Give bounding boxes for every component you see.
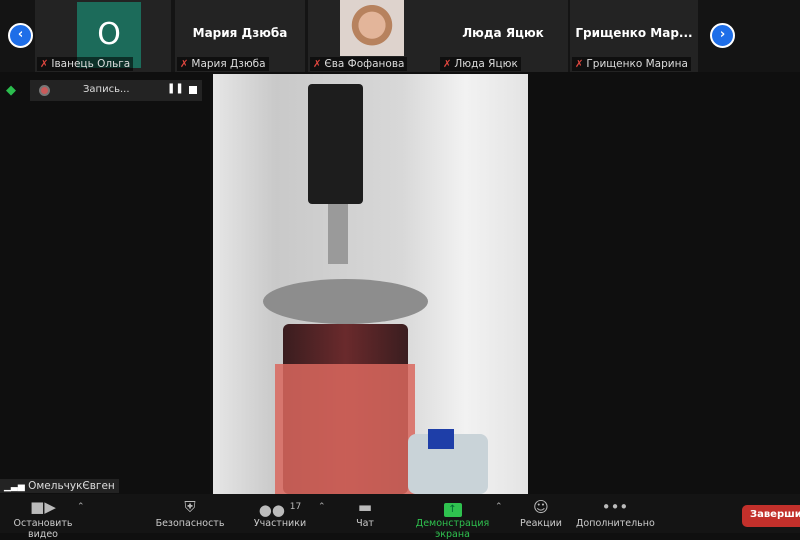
chat-icon: ▬ [357, 498, 373, 516]
participants-button[interactable]: ●● 17 Участники [252, 496, 308, 529]
video-options-caret[interactable]: ⌃ [77, 502, 85, 512]
participant-name: ✗ Люда Яцюк [440, 57, 521, 71]
participant-name: ✗ Мария Дзюба [177, 57, 269, 71]
meeting-toolbar: ■▶ Остановить видео ⌃ ⛨ Безопасность ●● 17… [0, 494, 800, 540]
more-button[interactable]: ••• Дополнительно [576, 496, 655, 529]
next-page-button[interactable]: › [710, 23, 735, 48]
shared-video [213, 74, 528, 494]
share-screen-button[interactable]: ↑ Демонстрация экрана [400, 496, 505, 540]
security-button[interactable]: ⛨ Безопасность [155, 496, 225, 529]
prev-page-button[interactable]: ‹ [8, 23, 33, 48]
participant-tile[interactable]: ✗ Єва Фофанова [308, 0, 438, 72]
video-camera-icon: ■▶ [30, 498, 56, 516]
participants-options-caret[interactable]: ⌃ [318, 502, 326, 512]
participant-display-name: Люда Яцюк [462, 26, 544, 40]
participant-tile[interactable]: O ✗ Іванець Ольга [35, 0, 171, 72]
participants-icon: ●● 17 [258, 501, 302, 519]
participant-tile[interactable]: Люда Яцюк ✗ Люда Яцюк [438, 0, 568, 72]
participant-name: ✗ Єва Фофанова [310, 57, 408, 71]
self-name-label: ▁▃▅ ОмельчукЄвген [0, 479, 119, 493]
participant-tile[interactable]: Мария Дзюба ✗ Мария Дзюба [175, 0, 305, 72]
share-options-caret[interactable]: ⌃ [495, 502, 503, 512]
share-screen-icon: ↑ [400, 496, 505, 518]
muted-mic-icon: ✗ [443, 59, 452, 70]
stop-recording-button[interactable] [189, 86, 197, 94]
participant-name: ✗ Грищенко Марина [572, 57, 691, 71]
end-meeting-button[interactable]: Завершить [742, 505, 800, 527]
recording-bar: Запись... ❚❚ [30, 80, 202, 101]
chat-button[interactable]: ▬ Чат [350, 496, 380, 529]
recording-icon [39, 85, 50, 96]
bioreactor-motor [308, 84, 363, 204]
bottle-cap [428, 429, 454, 449]
reaction-icon: ☺ [533, 498, 549, 516]
participants-count: 17 [289, 502, 302, 512]
reactions-button[interactable]: ☺ Реакции [518, 496, 564, 529]
muted-mic-icon: ✗ [313, 59, 322, 70]
security-shield-icon[interactable]: ◆ [6, 83, 16, 98]
shield-icon: ⛨ [184, 498, 196, 516]
participant-display-name: Мария Дзюба [192, 26, 288, 40]
muted-mic-icon: ✗ [40, 59, 49, 70]
participant-display-name: Грищенко Мар... [575, 26, 693, 40]
more-dots-icon: ••• [601, 498, 629, 516]
muted-mic-icon: ✗ [180, 59, 189, 70]
participant-tile[interactable]: Грищенко Мар... ✗ Грищенко Марина [570, 0, 698, 72]
participant-strip: ‹ O ✗ Іванець Ольга Мария Дзюба ✗ Мария Дз… [0, 0, 800, 72]
participant-name: ✗ Іванець Ольга [37, 57, 134, 71]
bioreactor-shaft [328, 204, 348, 264]
recording-label: Запись... [83, 84, 130, 95]
bioreactor-lid [263, 279, 428, 324]
signal-icon: ▁▃▅ [4, 482, 25, 492]
muted-mic-icon: ✗ [575, 59, 584, 70]
participant-video [340, 0, 404, 56]
heater-jacket [275, 364, 415, 494]
stop-video-button[interactable]: ■▶ Остановить видео [0, 496, 86, 540]
pause-recording-button[interactable]: ❚❚ [167, 83, 184, 94]
